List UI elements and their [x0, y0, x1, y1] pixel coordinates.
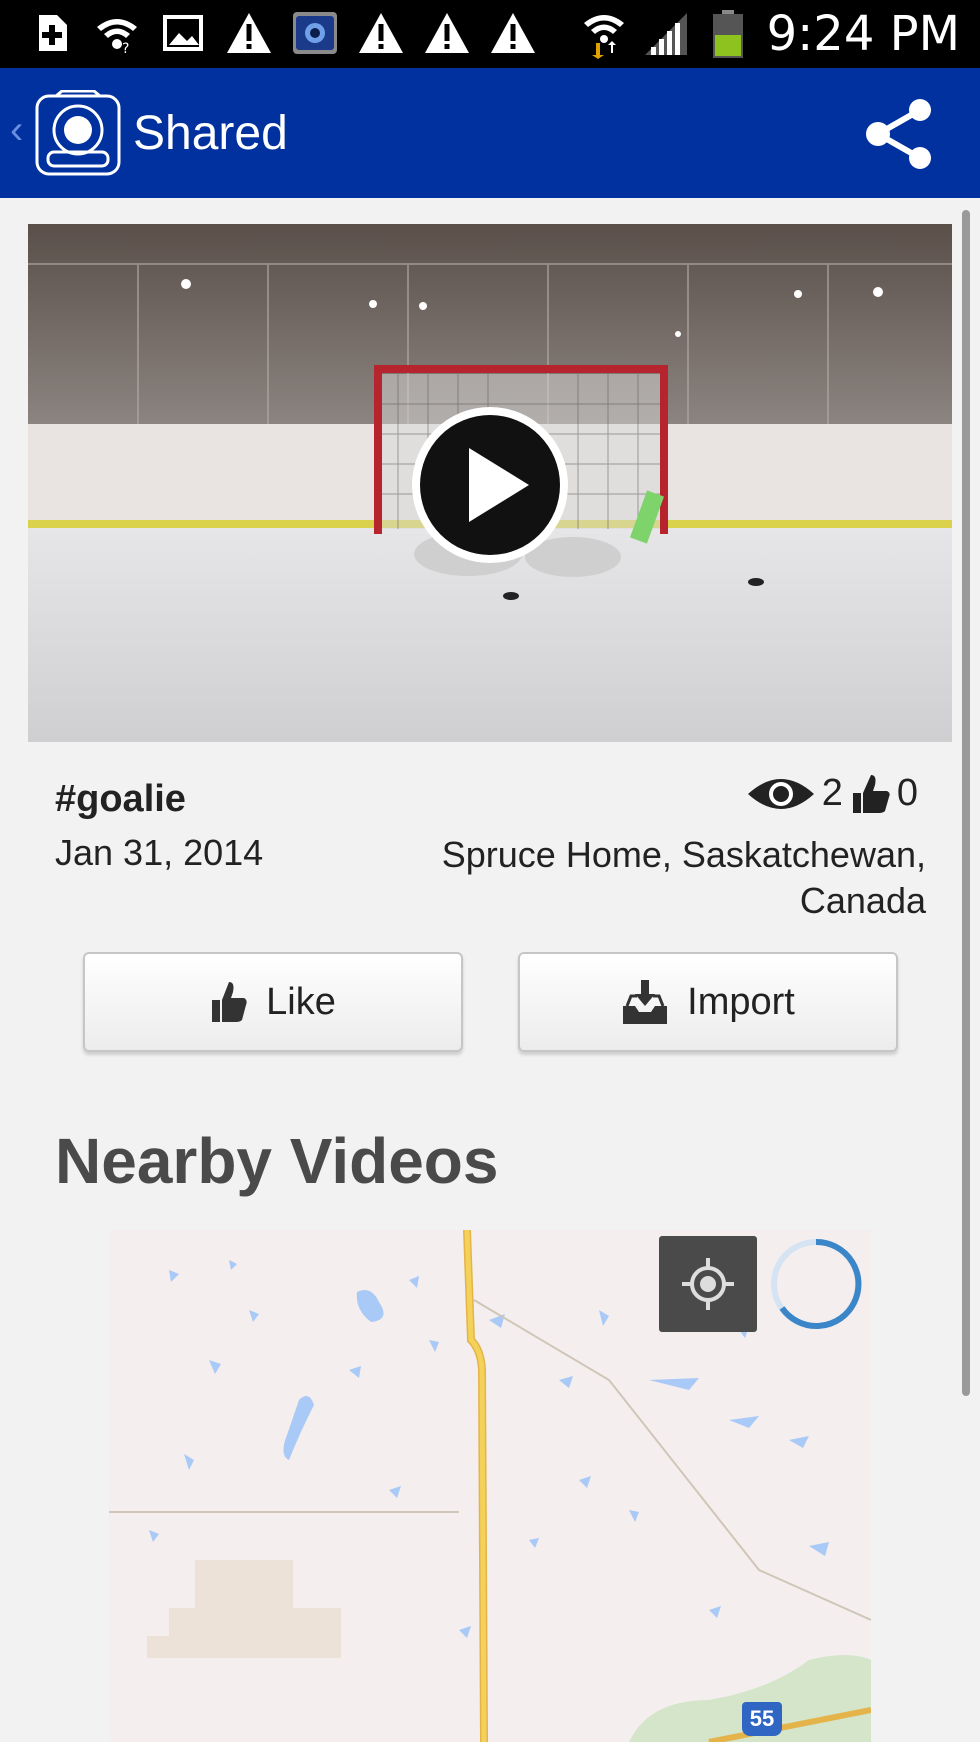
scrollbar[interactable]	[962, 210, 970, 1396]
warning-icon	[490, 10, 536, 56]
my-location-button[interactable]	[659, 1236, 757, 1332]
eye-icon	[747, 778, 814, 809]
warning-icon	[226, 10, 272, 56]
share-button[interactable]	[860, 98, 940, 170]
crosshair-icon	[682, 1258, 734, 1310]
play-button[interactable]	[409, 404, 571, 566]
warning-icon	[358, 10, 404, 56]
wifi-icon: ?	[94, 10, 140, 56]
wifi-upload-icon	[581, 11, 627, 59]
play-icon	[412, 407, 568, 563]
warning-icon	[424, 10, 470, 56]
thumbs-up-icon	[212, 982, 247, 1022]
back-chevron-icon[interactable]: ‹	[10, 108, 23, 153]
like-button-label: Like	[266, 980, 336, 1023]
video-location: Spruce Home, Saskatchewan, Canada	[441, 834, 926, 921]
import-button[interactable]: Import	[518, 952, 898, 1052]
views-count: 2	[821, 772, 843, 814]
image-icon	[160, 10, 206, 56]
svg-text:?: ?	[122, 41, 129, 55]
video-stats: 2 0	[746, 772, 926, 815]
action-bar: ‹ Shared	[0, 68, 980, 198]
notification-icons: ?	[28, 10, 536, 56]
like-button[interactable]: Like	[83, 952, 463, 1052]
highway-shield: 55	[742, 1702, 782, 1736]
system-icons: 9:24 PM	[581, 6, 960, 62]
app-logo[interactable]	[34, 89, 122, 176]
likes-count: 0	[896, 772, 918, 814]
video-date: Jan 31, 2014	[55, 832, 264, 873]
import-button-label: Import	[687, 980, 795, 1023]
section-title: Nearby Videos	[55, 1125, 499, 1197]
video-tag[interactable]: #goalie	[55, 778, 186, 821]
download-tray-icon	[623, 980, 668, 1024]
add-icon	[28, 10, 74, 56]
page-title: Shared	[133, 107, 288, 160]
video-player[interactable]	[28, 224, 952, 742]
share-icon	[866, 99, 931, 169]
battery-icon	[705, 10, 751, 58]
status-bar: ? 9:24 PM	[0, 0, 980, 68]
thumbs-up-icon	[852, 774, 890, 813]
signal-icon	[643, 11, 689, 57]
clock: 9:24 PM	[766, 6, 960, 62]
camera-app-icon	[292, 10, 338, 56]
loading-spinner	[768, 1236, 864, 1332]
